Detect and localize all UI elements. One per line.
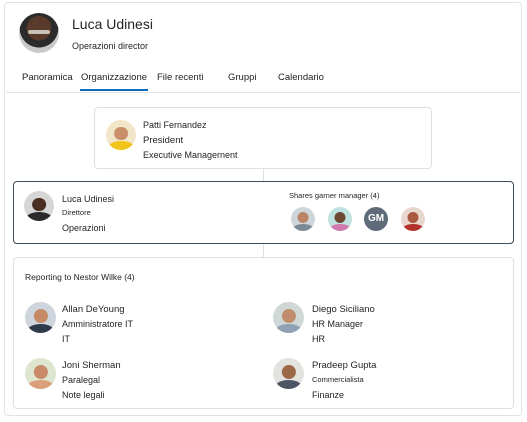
report-name: Joni Sherman [62,360,121,371]
reports-header: Reporting to Nestor Wilke (4) [25,272,135,282]
org-connector-line [263,169,264,181]
tab-panoramica[interactable]: Panoramica [22,72,73,83]
report-name: Allan DeYoung [62,304,125,315]
report-avatar [25,302,56,333]
manager-department: Executive Managernent [143,150,238,160]
report-title: Paralegal [62,375,101,385]
report-title: HR Manager [312,319,364,329]
manager-avatar [106,120,136,150]
report-department: Finanze [312,390,345,400]
profile-avatar [19,13,59,53]
peers-label: Shares garner manager (4) [289,191,380,200]
peer-avatar[interactable] [401,207,425,231]
tabs-divider [6,92,520,93]
peer-avatar[interactable] [291,207,315,231]
manager-title: President [143,135,184,146]
report-title: Amministratore IT [62,319,134,329]
direct-reports-card: Reporting to Nestor Wilke (4) Allan DeYo… [13,257,514,409]
manager-card[interactable]: Patti Fernandez President Executive Mana… [94,107,432,169]
current-person-card: Luca Udinesi Direttore Operazioni Shares… [13,181,514,244]
report-title: Commercialista [312,375,364,384]
report-department: Note legali [62,390,105,400]
report-name: Diego Siciliano [312,304,375,315]
org-connector-line [263,244,264,257]
manager-name: Patti Fernandez [143,120,207,130]
report-department: IT [62,334,70,344]
peer-initials-avatar[interactable]: GM [364,207,388,231]
current-person-title: Direttore [62,208,91,217]
current-person-department: Operazioni [62,223,106,233]
tab-organizzazione[interactable]: Organizzazione [79,72,149,91]
report-avatar [25,358,56,389]
profile-title: Operazioni director [72,41,149,51]
current-person-name: Luca Udinesi [62,194,115,204]
tab-file-recenti[interactable]: File recenti [157,72,203,83]
tab-calendario[interactable]: Calendario [278,72,324,83]
tab-gruppi[interactable]: Gruppi [228,72,257,83]
peer-avatar[interactable] [328,207,352,231]
report-avatar [273,302,304,333]
profile-name: Luca Udinesi [72,16,153,32]
report-department: HR [312,334,325,344]
report-avatar [273,358,304,389]
current-person-avatar [24,191,54,221]
report-name: Pradeep Gupta [312,360,377,371]
